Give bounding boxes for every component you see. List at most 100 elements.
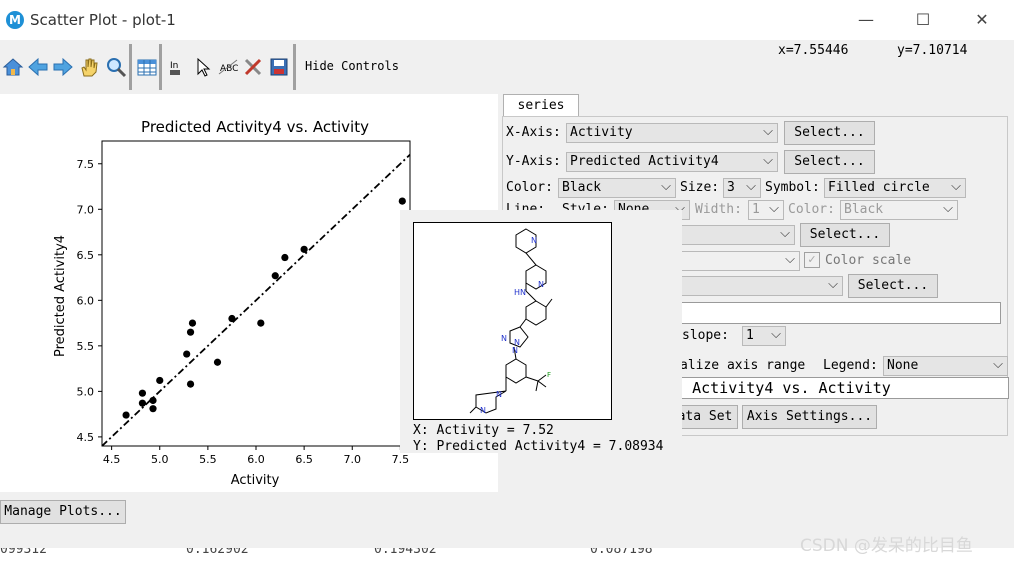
y-axis-select[interactable]: Predicted Activity4 xyxy=(566,152,778,172)
y-tick-label: 6.0 xyxy=(77,294,95,307)
y-axis-label: Y-Axis: xyxy=(506,154,561,169)
tooltip-y-value: Y: Predicted Activity4 = 7.08934 xyxy=(413,439,664,454)
x-tick-label: 7.5 xyxy=(392,453,410,466)
minimize-button[interactable]: — xyxy=(846,8,886,32)
filter-input[interactable] xyxy=(660,302,1001,324)
data-point[interactable] xyxy=(156,376,164,385)
plot-frame xyxy=(101,140,411,447)
data-point[interactable] xyxy=(186,328,195,336)
label-icon[interactable]: In xyxy=(166,56,188,78)
tooltip-x-value: X: Activity = 7.52 xyxy=(413,423,554,438)
tab-series[interactable]: series xyxy=(503,94,579,117)
y-coordinate-readout: y=7.10714 xyxy=(897,43,968,58)
data-point[interactable] xyxy=(398,197,406,205)
svg-text:N: N xyxy=(531,236,537,245)
table-cell: 099312 xyxy=(0,548,47,557)
abc-icon[interactable]: ABC xyxy=(217,56,239,78)
y-tick-label: 7.5 xyxy=(77,158,95,171)
data-point[interactable] xyxy=(149,405,157,413)
slope-label: slope: xyxy=(682,328,729,343)
select-icon[interactable] xyxy=(192,56,214,78)
y-tick-label: 4.5 xyxy=(77,431,95,444)
x-tick-label: 4.5 xyxy=(103,453,121,466)
y-axis-label: Predicted Activity4 xyxy=(53,235,68,357)
settings-icon[interactable] xyxy=(242,56,264,78)
x-axis-label: Activity xyxy=(231,473,280,488)
data-point[interactable] xyxy=(122,411,130,419)
data-point[interactable] xyxy=(188,319,197,327)
line-color-select[interactable]: Black xyxy=(840,200,958,220)
svg-text:N: N xyxy=(480,406,486,415)
zoom-icon[interactable] xyxy=(105,56,127,78)
table-cell: 0.162902 xyxy=(186,548,249,557)
hide-controls-button[interactable]: Hide Controls xyxy=(305,59,399,73)
width-label: Width: xyxy=(695,202,742,217)
legend-label: Legend: xyxy=(823,358,878,373)
table-cell: 0.194302 xyxy=(374,548,437,557)
home-icon[interactable] xyxy=(2,56,24,78)
data-point[interactable] xyxy=(183,350,191,358)
svg-text:In: In xyxy=(170,61,178,71)
chart-title: Predicted Activity4 vs. Activity xyxy=(141,118,369,136)
data-point[interactable] xyxy=(257,319,265,327)
nh-label: HN xyxy=(514,288,526,297)
x-tick-label: 5.5 xyxy=(199,453,217,466)
size-by-select-button[interactable]: Select... xyxy=(848,274,938,298)
svg-text:N: N xyxy=(496,390,502,399)
color-by-select-button[interactable]: Select... xyxy=(800,223,890,247)
svg-text:N: N xyxy=(512,346,518,355)
data-point[interactable] xyxy=(213,358,222,366)
back-icon[interactable] xyxy=(27,56,49,78)
x-axis-select-button[interactable]: Select... xyxy=(784,121,875,145)
legend-select[interactable]: None xyxy=(883,356,1008,376)
axis-settings-button[interactable]: Axis Settings... xyxy=(742,405,877,429)
symbol-select[interactable]: Filled circle xyxy=(824,178,966,198)
data-point[interactable] xyxy=(138,389,147,397)
forward-icon[interactable] xyxy=(52,56,74,78)
color-scale-checkbox[interactable]: ✓ xyxy=(804,252,820,268)
plot-title-input[interactable]: ed Activity4 vs. Activity xyxy=(660,377,1009,399)
x-tick-label: 6.0 xyxy=(247,453,265,466)
color-label: Color: xyxy=(506,180,553,195)
x-coordinate-readout: x=7.55446 xyxy=(778,43,849,58)
y-tick-label: 5.0 xyxy=(77,385,95,398)
data-point[interactable] xyxy=(300,245,308,253)
slope-select[interactable]: 1 xyxy=(742,326,786,346)
data-point[interactable] xyxy=(271,272,279,280)
close-button[interactable]: ✕ xyxy=(962,8,1002,32)
x-tick-label: 6.5 xyxy=(295,453,313,466)
app-logo-icon: M xyxy=(6,11,24,29)
molecule-structure-image: NN NNN NN HN F xyxy=(413,222,612,420)
size-select[interactable]: 3 xyxy=(723,178,761,198)
line-color-label: Color: xyxy=(788,202,835,217)
save-icon[interactable] xyxy=(268,56,290,78)
toolbar-separator xyxy=(159,44,162,90)
data-point[interactable] xyxy=(228,314,236,323)
toolbar-separator xyxy=(293,44,296,90)
symbol-label: Symbol: xyxy=(765,180,820,195)
x-axis-label: X-Axis: xyxy=(506,125,561,140)
molecule-structure-drawing: NN NNN NN HN F xyxy=(469,228,553,415)
maximize-button[interactable]: ☐ xyxy=(903,8,943,32)
watermark: CSDN @发呆的比目鱼 xyxy=(800,536,973,556)
x-tick-label: 5.0 xyxy=(151,453,169,466)
color-select[interactable]: Black xyxy=(558,178,676,198)
table-cell: 0.087198 xyxy=(590,548,653,557)
manage-plots-button[interactable]: Manage Plots... xyxy=(0,500,126,524)
table-icon[interactable] xyxy=(136,56,158,78)
x-tick-label: 7.0 xyxy=(344,453,362,466)
data-point[interactable] xyxy=(186,380,195,388)
data-point[interactable] xyxy=(149,396,157,405)
size-label: Size: xyxy=(680,180,720,195)
pan-hand-icon[interactable] xyxy=(78,56,100,78)
line-width-select[interactable]: 1 xyxy=(748,200,784,220)
fluorine-label: F xyxy=(547,371,551,379)
x-axis-select[interactable]: Activity xyxy=(566,123,778,143)
y-axis-select-button[interactable]: Select... xyxy=(784,150,875,174)
color-scale-label: Color scale xyxy=(825,253,912,268)
svg-text:N: N xyxy=(538,280,544,289)
data-point[interactable] xyxy=(281,253,289,262)
y-tick-label: 7.0 xyxy=(77,203,95,216)
data-point[interactable] xyxy=(138,399,147,407)
size-by-select[interactable] xyxy=(660,276,843,296)
